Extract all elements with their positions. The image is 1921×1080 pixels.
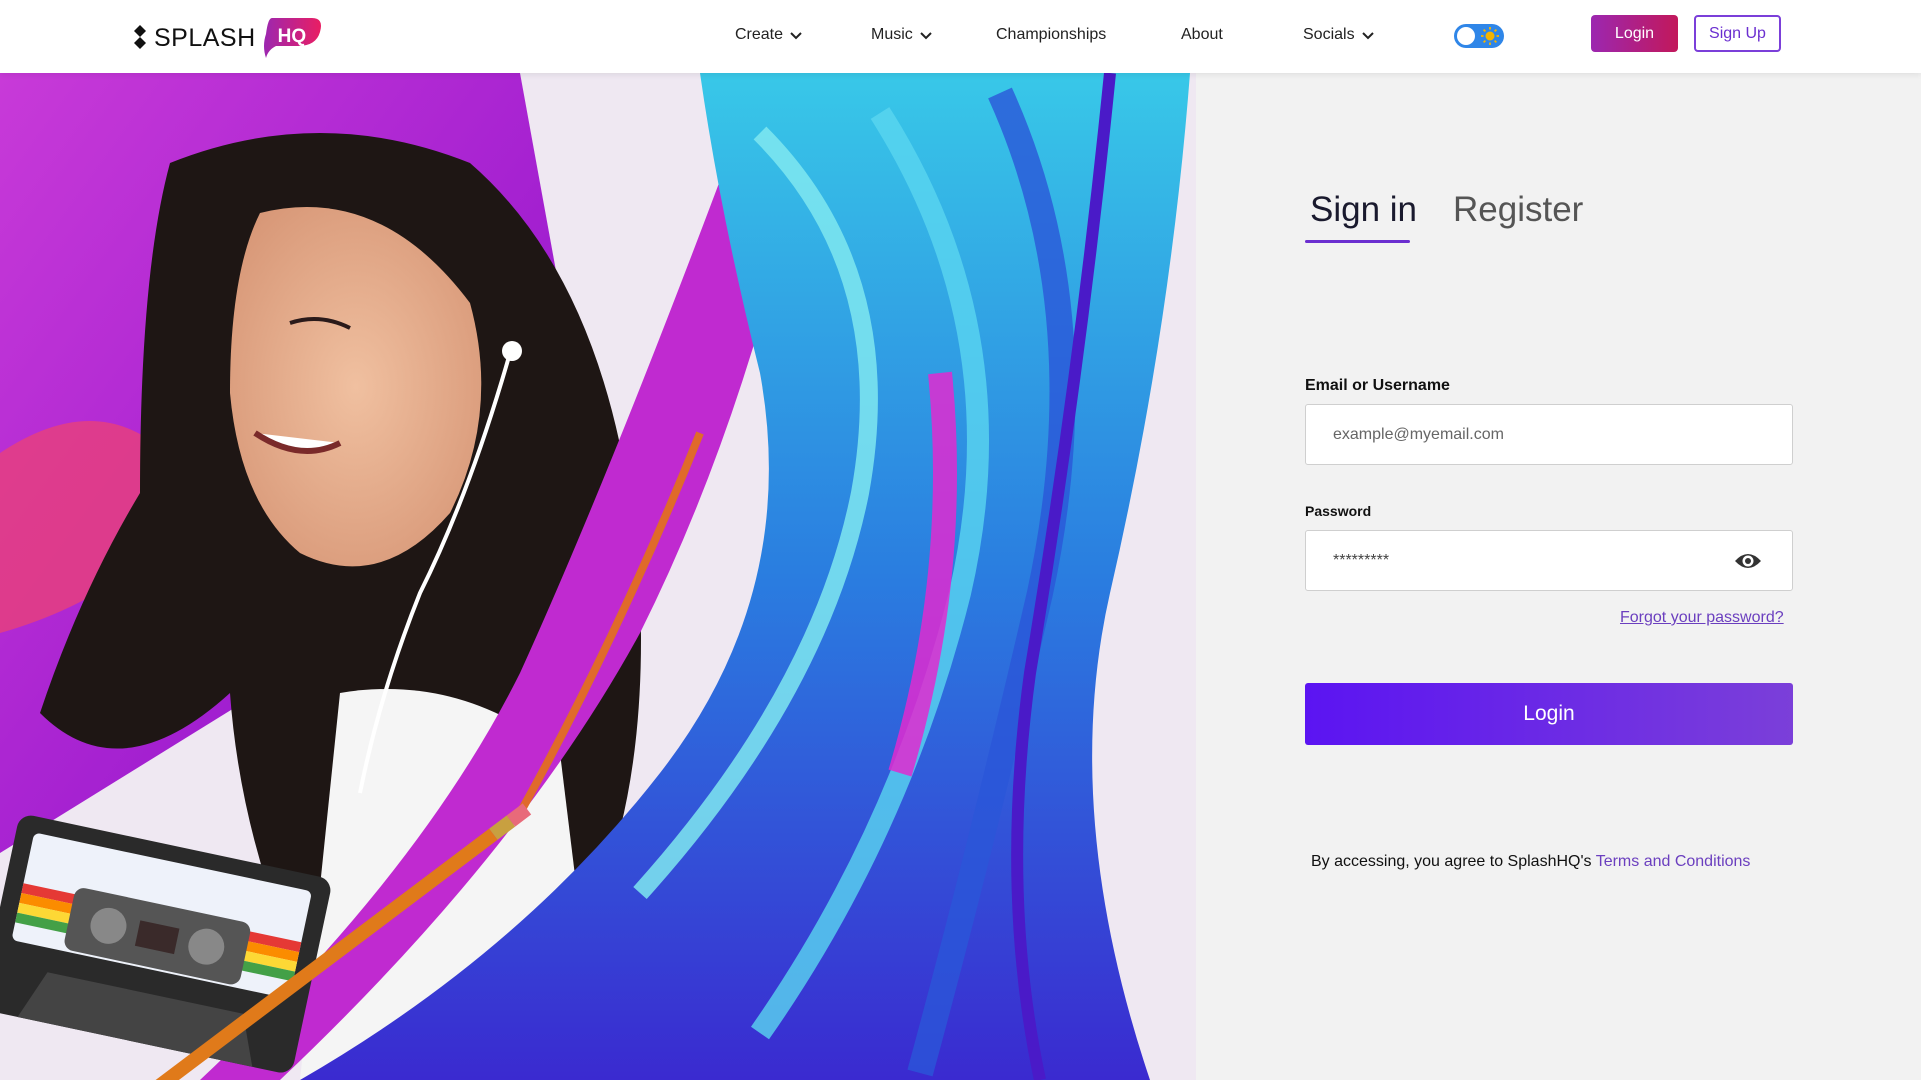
- email-label: Email or Username: [1305, 377, 1450, 394]
- hero-illustration: [0, 73, 1196, 1080]
- password-label: Password: [1305, 503, 1372, 519]
- nav-socials[interactable]: Socials: [1303, 26, 1375, 44]
- logo-text: SPLASH: [154, 23, 256, 52]
- active-tab-indicator: [1305, 240, 1410, 243]
- login-button[interactable]: Login: [1305, 683, 1793, 745]
- forgot-password-link[interactable]: Forgot your password?: [1620, 609, 1784, 627]
- nav-music[interactable]: Music: [871, 26, 933, 44]
- logo-badge-text: HQ: [277, 26, 307, 47]
- chevron-down-icon: [790, 32, 802, 40]
- header-signup-button[interactable]: Sign Up: [1694, 15, 1781, 52]
- logo-badge: HQ: [262, 16, 324, 60]
- nav-music-label: Music: [871, 26, 913, 43]
- nav-socials-label: Socials: [1303, 26, 1355, 43]
- nav-create-label: Create: [735, 26, 784, 43]
- terms-text: By accessing, you agree to SplashHQ's Te…: [1311, 853, 1750, 871]
- email-field-container: [1305, 404, 1793, 465]
- chevron-down-icon: [1361, 32, 1374, 40]
- nav-championships[interactable]: Championships: [996, 26, 1106, 44]
- password-field[interactable]: [1333, 551, 1792, 570]
- eye-icon[interactable]: [1734, 550, 1762, 572]
- nav-championships-label: Championships: [996, 26, 1107, 43]
- email-field[interactable]: [1333, 425, 1792, 444]
- top-header: SPLASH HQ Create Music Championships Abo…: [0, 0, 1921, 73]
- nav-create[interactable]: Create: [735, 26, 803, 44]
- tab-register[interactable]: Register: [1453, 190, 1583, 230]
- logo-mark-icon: [134, 25, 146, 49]
- logo[interactable]: SPLASH HQ: [132, 16, 324, 60]
- header-login-button[interactable]: Login: [1591, 15, 1678, 52]
- terms-link[interactable]: Terms and Conditions: [1596, 853, 1751, 870]
- hero-artwork: [0, 73, 1196, 1080]
- chevron-down-icon: [920, 32, 932, 40]
- password-field-container: [1305, 530, 1793, 591]
- terms-prefix: By accessing, you agree to SplashHQ's: [1311, 853, 1592, 870]
- nav-about[interactable]: About: [1181, 26, 1223, 44]
- toggle-knob: [1457, 27, 1475, 45]
- theme-toggle[interactable]: [1454, 24, 1504, 48]
- tab-sign-in[interactable]: Sign in: [1310, 190, 1417, 230]
- nav-about-label: About: [1181, 26, 1223, 43]
- sun-icon: [1481, 27, 1499, 45]
